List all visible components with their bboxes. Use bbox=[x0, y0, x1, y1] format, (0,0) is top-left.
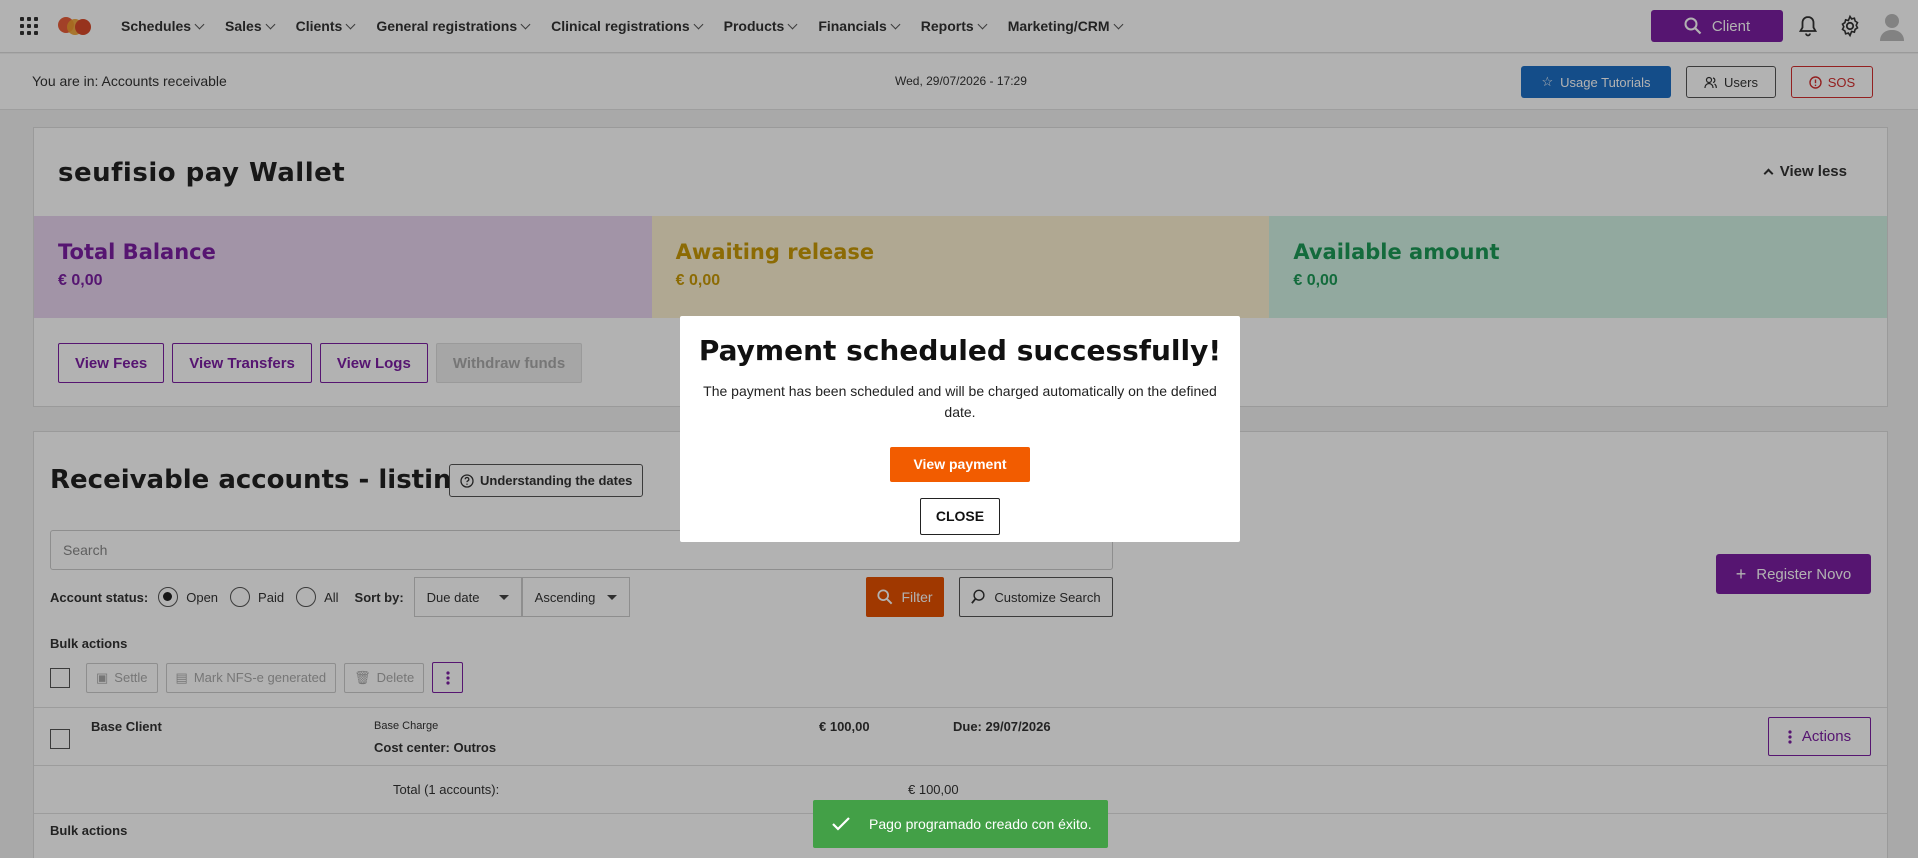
view-payment-button[interactable]: View payment bbox=[890, 447, 1030, 482]
success-toast: Pago programado creado con éxito. bbox=[813, 800, 1108, 848]
check-icon bbox=[832, 817, 850, 831]
dialog-message: The payment has been scheduled and will … bbox=[703, 383, 1217, 420]
payment-success-dialog: Payment scheduled successfully! The paym… bbox=[680, 316, 1240, 542]
close-button[interactable]: CLOSE bbox=[920, 498, 1000, 535]
toast-message: Pago programado creado con éxito. bbox=[869, 816, 1092, 832]
dialog-title: Payment scheduled successfully! bbox=[698, 334, 1222, 367]
